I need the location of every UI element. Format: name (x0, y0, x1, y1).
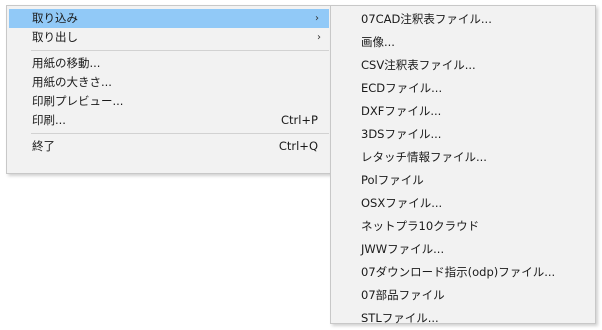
menu-item-label: 終了 (32, 139, 55, 153)
menu-item-print[interactable]: 印刷... Ctrl+P (7, 111, 331, 130)
menu-item-export[interactable]: 取り出し › (7, 28, 331, 47)
submenu-item-07cad-annotation[interactable]: 07CAD注釈表ファイル... (331, 8, 595, 31)
submenu-item-07-download-odp[interactable]: 07ダウンロード指示(odp)ファイル... (331, 261, 595, 284)
submenu-arrow-icon: › (315, 13, 319, 24)
submenu-item-3ds[interactable]: 3DSファイル... (331, 123, 595, 146)
file-menu: 取り込み › 取り出し › 用紙の移動... 用紙の大きさ... 印刷プレビュー… (6, 5, 332, 174)
menu-item-paper-size[interactable]: 用紙の大きさ... (7, 73, 331, 92)
menu-item-exit[interactable]: 終了 Ctrl+Q (7, 137, 331, 156)
submenu-item-osx[interactable]: OSXファイル... (331, 192, 595, 215)
submenu-item-jww[interactable]: JWWファイル... (331, 238, 595, 261)
menu-item-label: 印刷プレビュー... (32, 94, 124, 108)
submenu-item-netpla-cloud[interactable]: ネットプラ10クラウド (331, 215, 595, 238)
menu-item-print-preview[interactable]: 印刷プレビュー... (7, 92, 331, 111)
submenu-item-07-parts[interactable]: 07部品ファイル (331, 284, 595, 307)
menu-item-shortcut: Ctrl+P (280, 113, 318, 127)
submenu-item-image[interactable]: 画像... (331, 31, 595, 54)
menu-item-label: 用紙の移動... (32, 56, 101, 70)
menu-separator (31, 50, 329, 51)
submenu-item-stl[interactable]: STLファイル... (331, 307, 595, 330)
menu-item-shortcut: Ctrl+Q (278, 139, 318, 153)
submenu-item-pol[interactable]: Polファイル (331, 169, 595, 192)
submenu-item-ecd[interactable]: ECDファイル... (331, 77, 595, 100)
menu-item-label: 取り出し (32, 30, 78, 44)
menu-separator (31, 133, 329, 134)
submenu-item-dxf[interactable]: DXFファイル... (331, 100, 595, 123)
menu-item-move-paper[interactable]: 用紙の移動... (7, 54, 331, 73)
menu-item-label: 印刷... (32, 113, 66, 127)
import-submenu: 07CAD注釈表ファイル... 画像... CSV注釈表ファイル... ECDフ… (330, 5, 596, 325)
menu-item-import[interactable]: 取り込み › (9, 9, 329, 28)
menu-item-label: 取り込み (32, 11, 78, 25)
submenu-arrow-icon: › (317, 32, 321, 43)
menu-item-label: 用紙の大きさ... (32, 75, 112, 89)
submenu-item-csv-annotation[interactable]: CSV注釈表ファイル... (331, 54, 595, 77)
submenu-item-retouch-info[interactable]: レタッチ情報ファイル... (331, 146, 595, 169)
